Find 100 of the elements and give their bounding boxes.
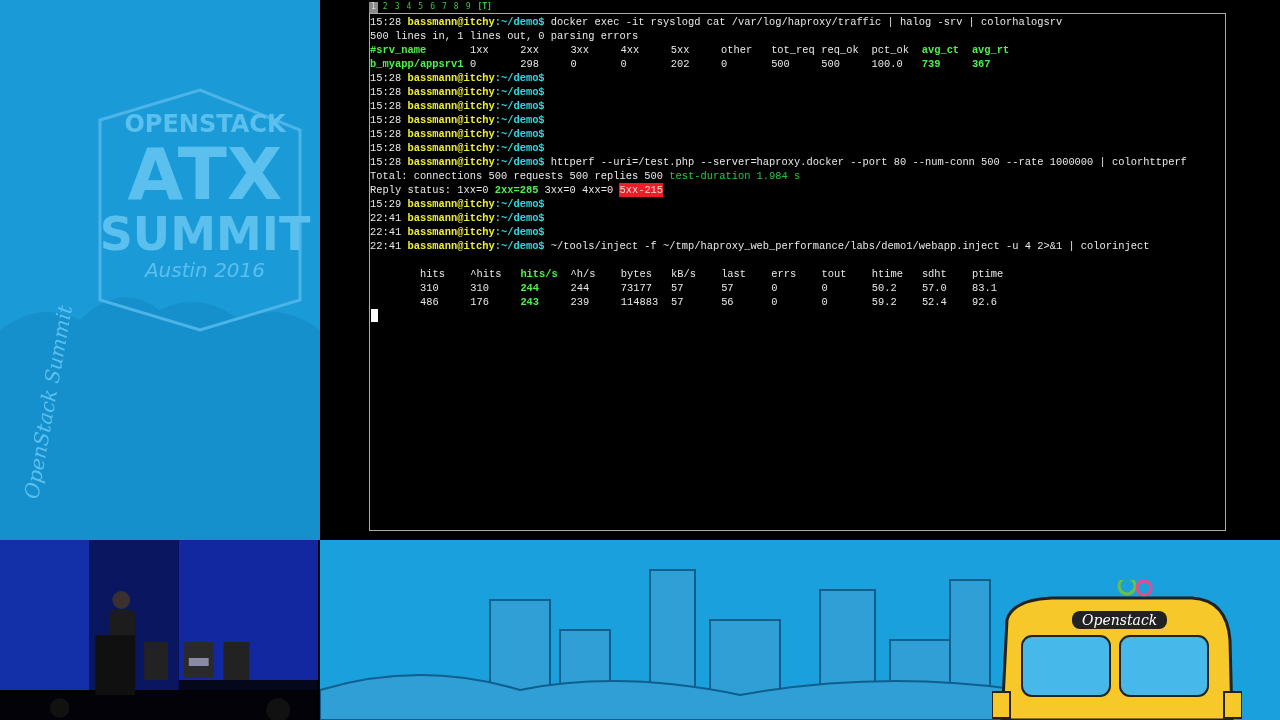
table-cell-text: b_myapp/appsrv1 [370, 57, 465, 71]
prompt-user: bassmann@itchy [407, 71, 495, 85]
window-tab[interactable]: 4 [404, 2, 414, 13]
table-cell-text: 310 [420, 281, 440, 295]
table-cell-text: hits/s [520, 267, 559, 281]
table-cell-text: 50.2 [871, 281, 898, 295]
prompt-time: 22:41 [370, 211, 402, 225]
table-cell-text: last [721, 267, 748, 281]
output-text: 500 lines in, 1 lines out, 0 parsing errors [370, 29, 639, 43]
prompt-user: bassmann@itchy [407, 127, 495, 141]
table-cell-text: 57 [670, 281, 685, 295]
prompt-user: bassmann@itchy [407, 99, 495, 113]
prompt-path: :~/demo$ [494, 15, 545, 29]
logo-text: ATX [127, 138, 283, 210]
table-cell-text: 0 [771, 295, 779, 309]
prompt-user: bassmann@itchy [407, 113, 495, 127]
window-tab[interactable]: 5 [416, 2, 426, 13]
prompt-path: :~/demo$ [494, 225, 545, 239]
prompt-path: :~/demo$ [494, 141, 545, 155]
prompt-time: 15:28 [370, 141, 402, 155]
bus-sign: Openstack [1072, 611, 1168, 629]
table-cell-text: 114883 [620, 295, 660, 309]
table-cell-text: 239 [570, 295, 591, 309]
logo-text: OpenStack Summit [19, 303, 77, 501]
command-text: httperf --uri=/test.php --server=haproxy.docker --port 80 --num-conn 500 --rate 1000000 | colorhttperf [550, 155, 1187, 169]
table-cell-text: 1xx [470, 43, 490, 57]
table-cell-text: sdht [921, 267, 948, 281]
window-tab[interactable]: 2 [380, 2, 390, 13]
output-text: 2xx=285 [494, 183, 539, 197]
prompt-user: bassmann@itchy [407, 155, 495, 169]
prompt-time: 15:28 [370, 113, 402, 127]
table-cell-text: 202 [670, 57, 691, 71]
table-cell-text: ptime [972, 267, 1005, 281]
prompt-time: 22:41 [370, 225, 402, 239]
table-cell-text: 57 [670, 295, 685, 309]
table-cell-text: 244 [520, 281, 541, 295]
logo-text: SUMMIT [99, 210, 311, 259]
table-cell-text: 739 [921, 57, 942, 71]
table-cell-text: htime [871, 267, 904, 281]
table-cell-text: errs [771, 267, 798, 281]
logo-text: OPENSTACK [124, 110, 286, 138]
table-cell-text: pct_ok [871, 43, 910, 57]
table-cell-text: 59.2 [871, 295, 898, 309]
table-cell-text: 56 [721, 295, 735, 309]
prompt-path: :~/demo$ [494, 113, 545, 127]
table-cell-text: 0 [470, 57, 478, 71]
command-text: ~/tools/inject -f ~/tmp/haproxy_web_performance/labs/demo1/webapp.inject -u 4 2>&1 | colorinject [550, 239, 1150, 253]
prompt-time: 15:28 [370, 85, 402, 99]
prompt-user: bassmann@itchy [407, 85, 495, 99]
table-cell-text: hits [420, 267, 446, 281]
prompt-path: :~/demo$ [494, 99, 545, 113]
table-cell-text: 0 [570, 57, 578, 71]
command-text: docker exec -it rsyslogd cat /var/log/haproxy/traffic | halog -srv | colorhalogsrv [550, 15, 1063, 29]
window-tab[interactable]: 9 [463, 2, 473, 13]
table-cell-text: 0 [720, 57, 729, 71]
prompt-path: :~/demo$ [494, 85, 545, 99]
table-cell-text: 0 [821, 295, 829, 309]
prompt-user: bassmann@itchy [407, 211, 495, 225]
prompt-user: bassmann@itchy [407, 239, 495, 253]
prompt-time: 15:28 [370, 15, 402, 29]
table-cell-text: 5xx [670, 43, 691, 57]
table-cell-text: req_ok [821, 43, 860, 57]
prompt-path: :~/demo$ [494, 197, 545, 211]
window-tab[interactable]: 3 [392, 2, 402, 13]
table-cell-text: 83.1 [972, 281, 998, 295]
window-tab[interactable]: 6 [428, 2, 437, 13]
table-cell-text: avg_rt [971, 43, 1011, 57]
table-cell-text: 2xx [520, 43, 540, 57]
table-cell-text: tot_req [771, 43, 816, 57]
table-cell-text: avg_ct [921, 43, 961, 57]
table-cell-text: 486 [420, 295, 440, 309]
window-tab[interactable]: 7 [439, 2, 449, 13]
prompt-time: 15:28 [370, 155, 402, 169]
table-cell-text: bytes [620, 267, 653, 281]
table-cell-text: kB/s [670, 267, 697, 281]
prompt-time: 15:28 [370, 127, 402, 141]
prompt-user: bassmann@itchy [407, 197, 495, 211]
prompt-user: bassmann@itchy [407, 141, 495, 155]
prompt-time: 22:41 [370, 239, 402, 253]
table-cell-text: 0 [620, 57, 628, 71]
table-cell-text: 73177 [620, 281, 653, 295]
output-text: test-duration 1.984 s [669, 169, 801, 183]
table-cell-text: 0 [771, 281, 779, 295]
table-cell-text: 244 [570, 281, 591, 295]
table-cell-text: 243 [520, 295, 541, 309]
prompt-path: :~/demo$ [494, 211, 545, 225]
prompt-path: :~/demo$ [494, 71, 545, 85]
window-tab[interactable]: [T] [475, 2, 494, 13]
prompt-user: bassmann@itchy [407, 15, 495, 29]
output-text: Reply status: 1xx=0 [370, 183, 489, 197]
table-cell-text: 3xx [570, 43, 591, 57]
prompt-path: :~/demo$ [494, 155, 545, 169]
table-cell-text: 0 [821, 281, 829, 295]
output-text: 3xx=0 4xx=0 [544, 183, 614, 197]
output-text: 5xx-215 [619, 183, 664, 197]
table-cell-text: 57 [721, 281, 735, 295]
prompt-time: 15:28 [370, 71, 402, 85]
table-cell-text: other [720, 43, 754, 57]
window-tab[interactable]: 8 [451, 2, 461, 13]
prompt-path: :~/demo$ [494, 239, 545, 253]
